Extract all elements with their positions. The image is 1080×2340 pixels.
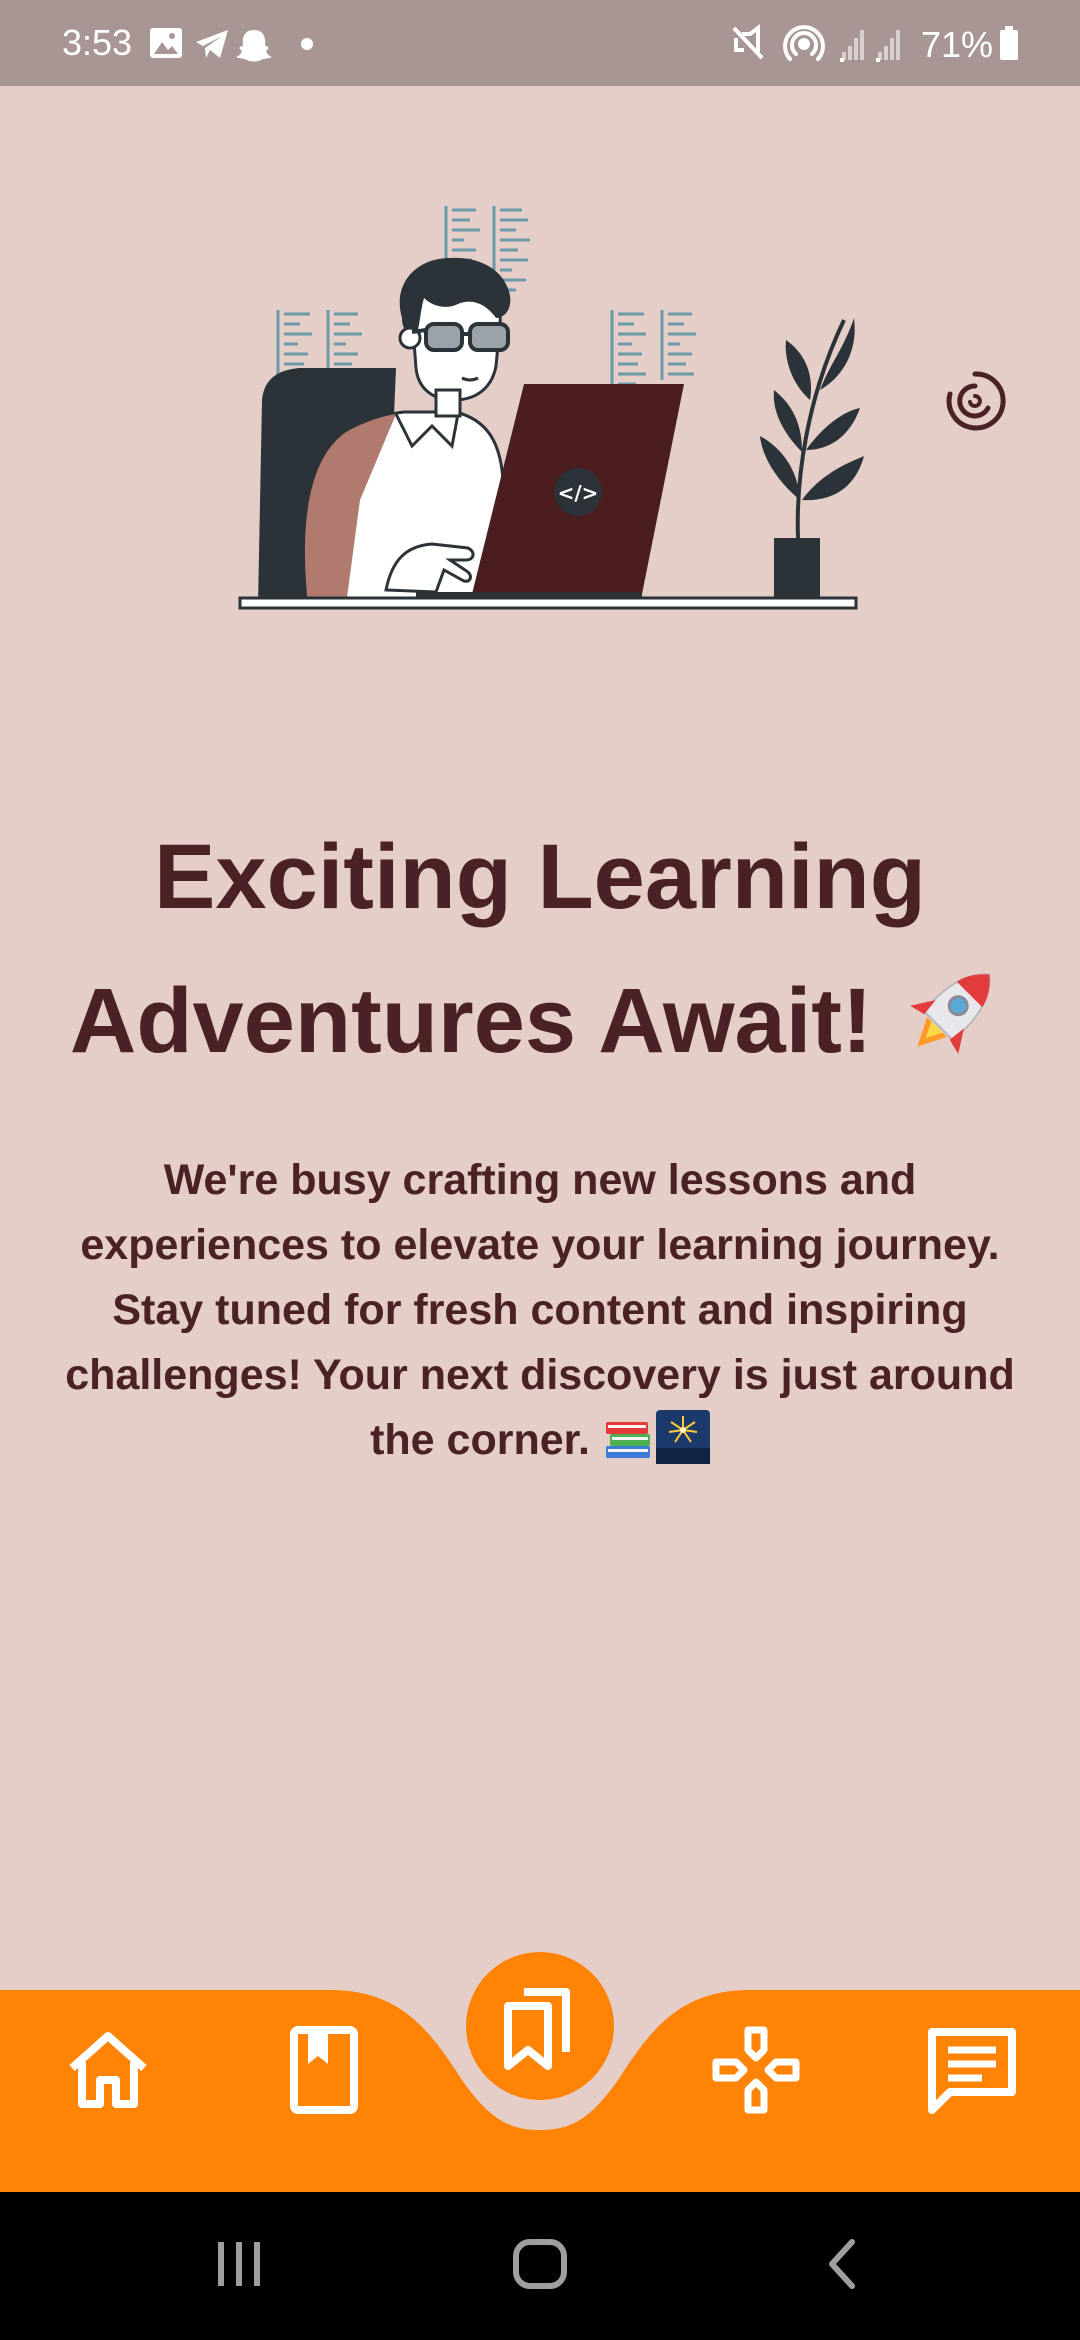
status-bar: 3:53 71%	[0, 0, 1080, 86]
signal-icon	[840, 30, 864, 62]
rocket-icon	[910, 973, 991, 1054]
description-text: We're busy crafting new lessons and expe…	[65, 1156, 1015, 1464]
loading-spinner-icon	[946, 371, 1006, 431]
home-icon	[69, 2032, 147, 2108]
system-navigation-bar	[0, 2192, 1080, 2340]
desk	[238, 596, 858, 610]
dot-icon	[301, 38, 313, 50]
message-icon	[928, 2028, 1016, 2114]
book-icon	[290, 2026, 358, 2114]
telegram-icon	[196, 30, 228, 58]
snapchat-icon	[236, 30, 272, 62]
headline-line-1: Exciting Learning	[154, 826, 926, 928]
coming-soon-description: We're busy crafting new lessons and expe…	[40, 1148, 1040, 1473]
nav-home[interactable]	[60, 2022, 156, 2118]
page-headline: Exciting Learning Adventures Await!	[40, 805, 1040, 1093]
fireworks-icon	[655, 1410, 710, 1464]
hotspot-icon	[783, 25, 825, 61]
status-left-icons	[150, 28, 313, 62]
recent-apps-icon[interactable]	[214, 2236, 266, 2292]
battery-percentage: 71%	[921, 24, 994, 65]
mute-vibrate-icon	[732, 24, 764, 60]
status-time: 3:53	[62, 22, 133, 63]
nav-bookmarks[interactable]	[466, 1952, 614, 2100]
plant	[760, 318, 864, 600]
headline-line-2: Adventures Await!	[69, 970, 873, 1072]
code-symbol: </>	[558, 481, 599, 505]
nav-games[interactable]	[708, 2022, 804, 2118]
back-icon[interactable]	[822, 2236, 862, 2292]
signal-icon	[876, 30, 900, 62]
battery-icon	[1000, 26, 1018, 60]
gallery-icon	[150, 28, 182, 58]
status-right-icons	[732, 24, 900, 62]
nav-messages[interactable]	[924, 2022, 1020, 2118]
glasses	[411, 322, 510, 352]
books-icon	[605, 1422, 650, 1458]
gamepad-icon	[712, 2026, 800, 2114]
nav-lessons[interactable]	[276, 2022, 372, 2118]
home-button-icon[interactable]	[510, 2236, 570, 2292]
bookmarks-icon	[504, 1988, 570, 2070]
developer-at-laptop-illustration: </>	[238, 206, 864, 610]
